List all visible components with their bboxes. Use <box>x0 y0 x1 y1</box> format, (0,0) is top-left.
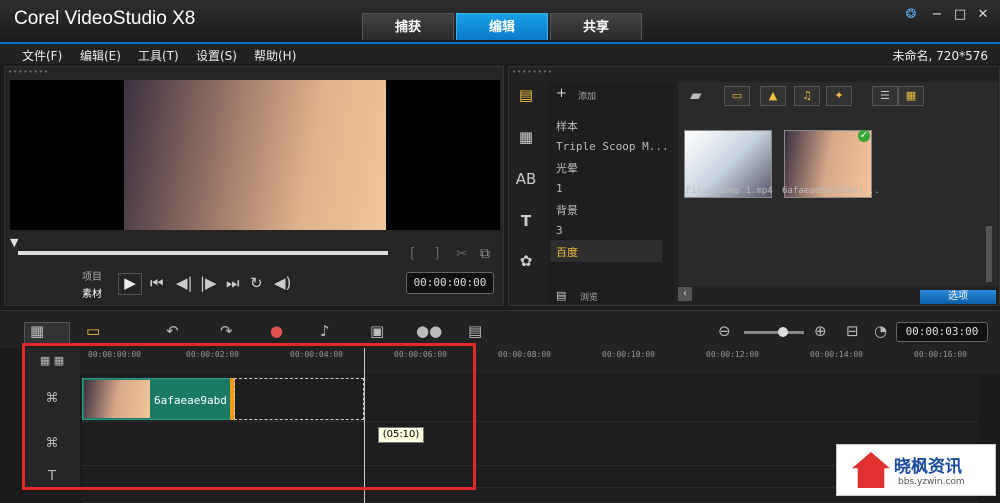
highlight-box <box>22 343 476 490</box>
minimize-icon[interactable]: − <box>928 7 946 23</box>
mark-in-icon[interactable]: [ <box>410 246 415 262</box>
check-icon: ✓ <box>858 130 870 142</box>
ruler-tick: 00:00:08:00 <box>498 350 551 359</box>
storyboard-view-icon[interactable]: ▦ <box>30 322 44 340</box>
folder-icon[interactable]: ▰ <box>690 86 702 104</box>
graphics-icon[interactable]: ✿ <box>510 252 542 276</box>
filter-video-icon[interactable]: ▭ <box>724 86 750 106</box>
grip-icon[interactable]: •••••••• <box>512 68 553 76</box>
media-library-icon[interactable]: ▤ <box>510 86 542 110</box>
ruler-tick: 00:00:14:00 <box>810 350 863 359</box>
tab-capture[interactable]: 捕获 <box>362 13 454 40</box>
folder-item[interactable]: 样本 <box>556 118 578 134</box>
collapse-icon[interactable]: ‹ <box>678 287 692 301</box>
folder-item[interactable]: Triple Scoop M... <box>556 140 669 153</box>
browse-label[interactable]: 浏览 <box>580 290 598 303</box>
redo-icon[interactable]: ↷ <box>220 322 233 340</box>
add-folder-label[interactable]: 添加 <box>578 89 596 102</box>
record-icon[interactable]: ● <box>270 322 283 340</box>
project-info: 未命名, 720*576 <box>892 49 988 63</box>
grip-icon[interactable]: •••••••• <box>8 68 49 76</box>
scrubber-bar[interactable] <box>18 251 388 255</box>
add-icon[interactable]: + <box>556 86 567 101</box>
menu-help[interactable]: 帮助(H) <box>254 47 296 64</box>
enlarge-icon[interactable]: ⧉ <box>480 246 490 262</box>
ruler-tick: 00:00:10:00 <box>602 350 655 359</box>
tab-share[interactable]: 共享 <box>550 13 642 40</box>
mark-out-icon[interactable]: ] <box>434 246 439 262</box>
repeat-icon[interactable]: ↻ <box>250 274 263 292</box>
mode-project[interactable]: 项目 <box>82 268 102 283</box>
ruler-tick: 00:00:12:00 <box>706 350 759 359</box>
maximize-icon[interactable]: □ <box>951 7 969 23</box>
scrollbar[interactable] <box>986 226 992 282</box>
audio-mix-icon[interactable]: ♪ <box>320 322 330 340</box>
filter-audio-icon[interactable]: ♫ <box>794 86 820 106</box>
browse-icon[interactable]: ▤ <box>556 289 566 302</box>
mode-clip[interactable]: 素材 <box>82 285 102 300</box>
folder-item[interactable]: 3 <box>556 224 563 237</box>
menu-edit[interactable]: 编辑(E) <box>80 47 121 64</box>
filter-settings-icon[interactable]: ✦ <box>826 86 852 106</box>
text-icon[interactable]: T <box>510 212 542 236</box>
end-icon[interactable]: ⏭ <box>226 274 240 292</box>
title-icon[interactable]: AB <box>510 170 542 194</box>
transition-icon[interactable]: ▦ <box>510 128 542 152</box>
home-icon[interactable]: ⏮ <box>150 274 164 292</box>
folder-list <box>548 84 674 304</box>
menu-file[interactable]: 文件(F) <box>22 47 62 64</box>
timeline-timecode[interactable]: 00:00:03:00 <box>896 322 988 342</box>
options-button[interactable]: 选项 <box>920 290 996 304</box>
zoom-out-icon[interactable]: ⊖ <box>718 322 731 340</box>
globe-icon[interactable]: ❂ <box>902 7 920 23</box>
duration-icon[interactable]: ◔ <box>874 322 887 340</box>
ruler-tick: 00:00:16:00 <box>914 350 967 359</box>
zoom-slider[interactable] <box>744 331 804 334</box>
close-icon[interactable]: ✕ <box>974 7 992 23</box>
undo-icon[interactable]: ↶ <box>166 322 179 340</box>
watermark-url: bbs.yzwin.com <box>898 477 965 487</box>
tab-edit[interactable]: 编辑 <box>456 13 548 40</box>
folder-item-selected[interactable]: 百度 <box>556 244 578 260</box>
thumb-caption: Final Comp`1.mp4 <box>686 186 773 196</box>
folder-item[interactable]: 背景 <box>556 202 578 218</box>
folder-item[interactable]: 1 <box>556 182 563 195</box>
app-title: Corel VideoStudio X8 <box>14 8 196 29</box>
auto-music-icon[interactable]: ▣ <box>370 322 384 340</box>
motion-track-icon[interactable]: ●● <box>416 322 442 340</box>
filter-photo-icon[interactable]: ▲ <box>760 86 786 106</box>
zoom-in-icon[interactable]: ⊕ <box>814 322 827 340</box>
next-frame-icon[interactable]: |▶ <box>200 274 217 292</box>
preview-timecode[interactable]: 00:00:00:00 <box>406 272 494 294</box>
grid-view-icon[interactable]: ▦ <box>898 86 924 106</box>
folder-item[interactable]: 光晕 <box>556 160 578 176</box>
thumb-caption: 6afaeae9abddb41... <box>782 186 880 196</box>
zoom-handle[interactable] <box>778 327 788 337</box>
list-view-icon[interactable]: ☰ <box>872 86 898 106</box>
preview-frame <box>124 80 386 230</box>
menu-settings[interactable]: 设置(S) <box>196 47 237 64</box>
previous-frame-icon[interactable]: ◀| <box>176 274 193 292</box>
scrubber-handle[interactable]: ▼ <box>10 236 18 249</box>
play-icon[interactable]: ▶ <box>118 273 142 295</box>
watermark-name: 晓枫资讯 <box>894 457 962 477</box>
subtitle-icon[interactable]: ▤ <box>468 322 482 340</box>
menu-tools[interactable]: 工具(T) <box>138 47 179 64</box>
fit-project-icon[interactable]: ⊟ <box>846 322 859 340</box>
timeline-view-icon[interactable]: ▭ <box>86 322 100 340</box>
split-icon[interactable]: ✂ <box>456 246 468 262</box>
volume-icon[interactable]: ◀) <box>274 274 291 292</box>
